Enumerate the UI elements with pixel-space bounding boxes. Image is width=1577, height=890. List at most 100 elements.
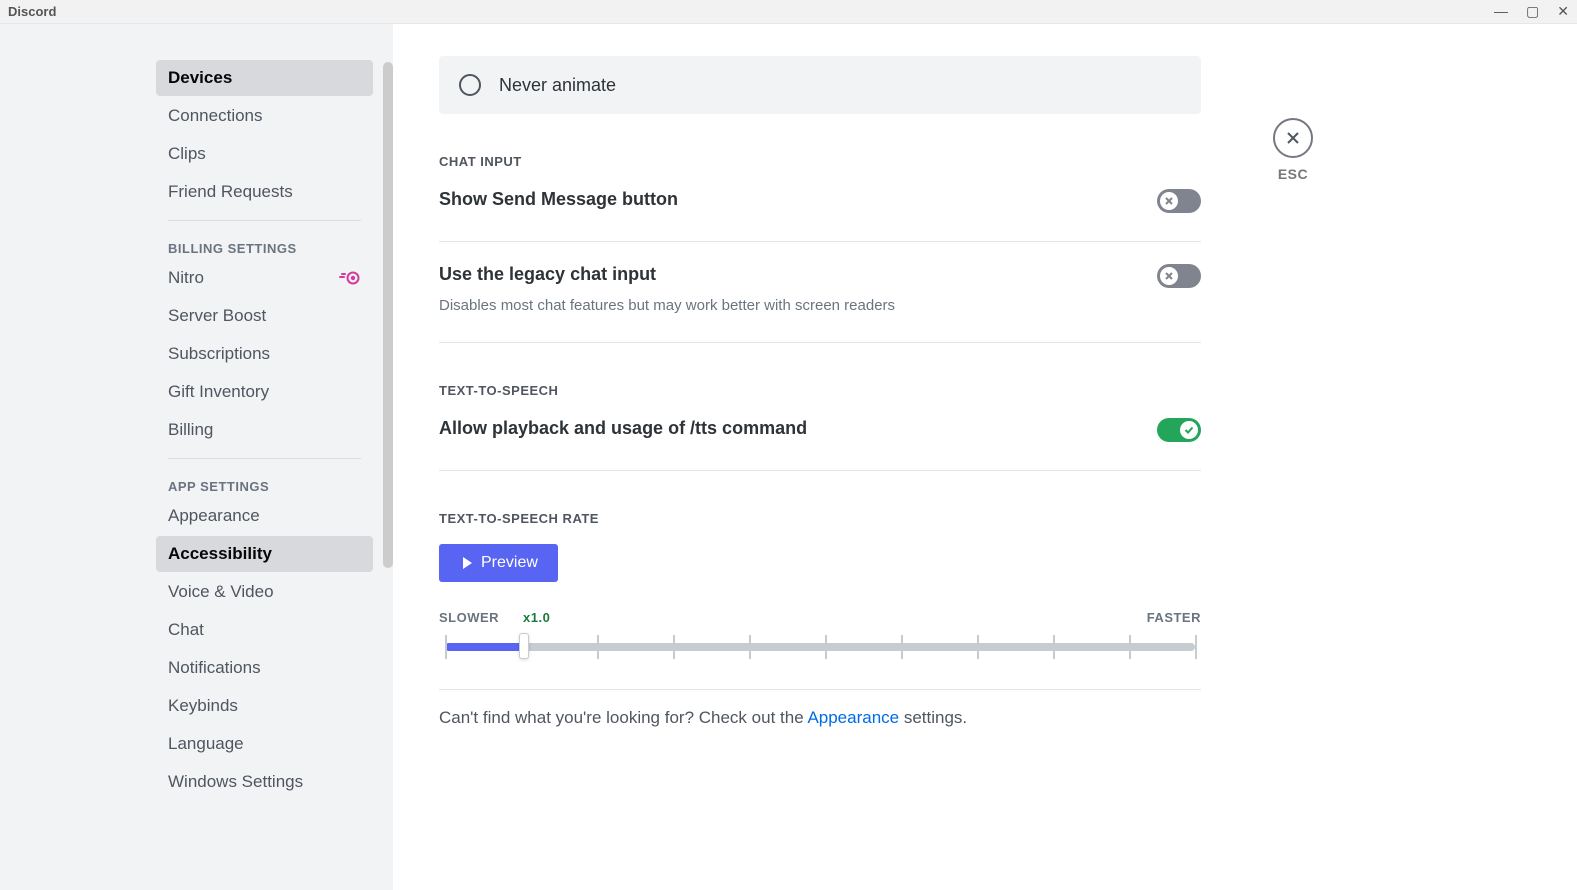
window-controls: — ▢ ✕ — [1494, 3, 1569, 20]
section-heading-chat-input: CHAT INPUT — [439, 154, 1201, 169]
sidebar-item-chat[interactable]: Chat — [156, 612, 373, 648]
preview-label: Preview — [481, 554, 538, 572]
sidebar-heading-billing: BILLING SETTINGS — [156, 231, 373, 260]
preview-button[interactable]: Preview — [439, 544, 558, 582]
sidebar-item-label: Windows Settings — [168, 772, 303, 792]
divider — [168, 458, 361, 459]
radio-never-animate[interactable]: Never animate — [439, 56, 1201, 114]
check-icon — [1183, 424, 1195, 436]
slider-tick — [825, 635, 827, 659]
toggle-show-send[interactable] — [1157, 189, 1201, 213]
sidebar-item-notifications[interactable]: Notifications — [156, 650, 373, 686]
sidebar-item-label: Billing — [168, 420, 213, 440]
slider-tick — [445, 635, 447, 659]
divider — [439, 470, 1201, 471]
sidebar-item-label: Voice & Video — [168, 582, 274, 602]
setting-show-send-button: Show Send Message button — [439, 187, 1201, 223]
sidebar-item-keybinds[interactable]: Keybinds — [156, 688, 373, 724]
setting-title: Allow playback and usage of /tts command — [439, 418, 807, 439]
sidebar-item-gift-inventory[interactable]: Gift Inventory — [156, 374, 373, 410]
sidebar-item-label: Connections — [168, 106, 263, 126]
close-button[interactable] — [1273, 118, 1313, 158]
play-icon — [459, 555, 475, 571]
close-settings: ESC — [1273, 118, 1313, 182]
slider-thumb[interactable] — [519, 633, 529, 659]
sidebar-item-label: Clips — [168, 144, 206, 164]
footer-hint: Can't find what you're looking for? Chec… — [439, 708, 1201, 728]
footer-post: settings. — [899, 708, 967, 727]
rate-value-label: x1.0 — [523, 610, 550, 625]
x-icon — [1163, 270, 1175, 282]
appearance-link[interactable]: Appearance — [807, 708, 899, 727]
toggle-thumb — [1180, 421, 1198, 439]
radio-label: Never animate — [499, 75, 616, 96]
section-heading-tts: TEXT-TO-SPEECH — [439, 383, 1201, 398]
slider-tick — [1129, 635, 1131, 659]
divider — [439, 342, 1201, 343]
x-icon — [1163, 195, 1175, 207]
sidebar-item-devices[interactable]: Devices — [156, 60, 373, 96]
divider — [439, 689, 1201, 690]
slider-fill — [445, 643, 525, 651]
sidebar-scrollbar[interactable] — [383, 62, 393, 568]
minimize-icon[interactable]: — — [1494, 3, 1508, 20]
toggle-legacy-chat[interactable] — [1157, 264, 1201, 288]
sidebar-item-subscriptions[interactable]: Subscriptions — [156, 336, 373, 372]
sidebar-item-friend-requests[interactable]: Friend Requests — [156, 174, 373, 210]
sidebar-item-connections[interactable]: Connections — [156, 98, 373, 134]
sidebar-item-label: Devices — [168, 68, 232, 88]
sidebar-item-voice-video[interactable]: Voice & Video — [156, 574, 373, 610]
sidebar-item-label: Server Boost — [168, 306, 266, 326]
footer-pre: Can't find what you're looking for? Chec… — [439, 708, 807, 727]
slider-tick — [673, 635, 675, 659]
sidebar-item-label: Notifications — [168, 658, 261, 678]
setting-legacy-chat-input: Use the legacy chat input Disables most … — [439, 262, 1201, 324]
titlebar: Discord — ▢ ✕ — [0, 0, 1577, 24]
slider-tick — [1053, 635, 1055, 659]
sidebar-item-label: Nitro — [168, 268, 204, 288]
setting-allow-tts: Allow playback and usage of /tts command — [439, 416, 1201, 452]
divider — [168, 220, 361, 221]
setting-title: Show Send Message button — [439, 189, 678, 210]
close-icon — [1284, 129, 1302, 147]
sidebar-item-server-boost[interactable]: Server Boost — [156, 298, 373, 334]
slider-tick — [977, 635, 979, 659]
sidebar-item-label: Gift Inventory — [168, 382, 269, 402]
slower-label: SLOWER — [439, 610, 499, 625]
sidebar-item-nitro[interactable]: Nitro — [156, 260, 373, 296]
nitro-icon — [339, 271, 361, 285]
esc-label: ESC — [1278, 166, 1308, 182]
sidebar-item-accessibility[interactable]: Accessibility — [156, 536, 373, 572]
sidebar-item-label: Language — [168, 734, 244, 754]
slider-tick — [1195, 635, 1197, 659]
radio-icon — [459, 74, 481, 96]
sidebar-item-label: Accessibility — [168, 544, 272, 564]
tts-rate-slider[interactable] — [439, 629, 1201, 665]
close-window-icon[interactable]: ✕ — [1557, 3, 1569, 20]
sidebar-item-label: Chat — [168, 620, 204, 640]
settings-main: ESC Never animate CHAT INPUT Show Send M… — [393, 24, 1577, 890]
sidebar-item-label: Appearance — [168, 506, 260, 526]
sidebar-item-clips[interactable]: Clips — [156, 136, 373, 172]
settings-sidebar: Devices Connections Clips Friend Request… — [0, 24, 393, 890]
setting-description: Disables most chat features but may work… — [439, 297, 895, 314]
sidebar-item-language[interactable]: Language — [156, 726, 373, 762]
sidebar-heading-app: APP SETTINGS — [156, 469, 373, 498]
sidebar-item-billing[interactable]: Billing — [156, 412, 373, 448]
faster-label: FASTER — [1147, 610, 1201, 625]
slider-tick — [749, 635, 751, 659]
maximize-icon[interactable]: ▢ — [1526, 3, 1539, 20]
slider-header: SLOWER x1.0 FASTER — [439, 610, 1201, 625]
slider-tick — [597, 635, 599, 659]
section-heading-tts-rate: TEXT-TO-SPEECH RATE — [439, 511, 1201, 526]
sidebar-item-windows-settings[interactable]: Windows Settings — [156, 764, 373, 800]
sidebar-item-label: Subscriptions — [168, 344, 270, 364]
slider-tick — [901, 635, 903, 659]
sidebar-item-label: Friend Requests — [168, 182, 293, 202]
toggle-allow-tts[interactable] — [1157, 418, 1201, 442]
sidebar-item-label: Keybinds — [168, 696, 238, 716]
setting-title: Use the legacy chat input — [439, 264, 895, 285]
toggle-thumb — [1160, 192, 1178, 210]
sidebar-item-appearance[interactable]: Appearance — [156, 498, 373, 534]
divider — [439, 241, 1201, 242]
